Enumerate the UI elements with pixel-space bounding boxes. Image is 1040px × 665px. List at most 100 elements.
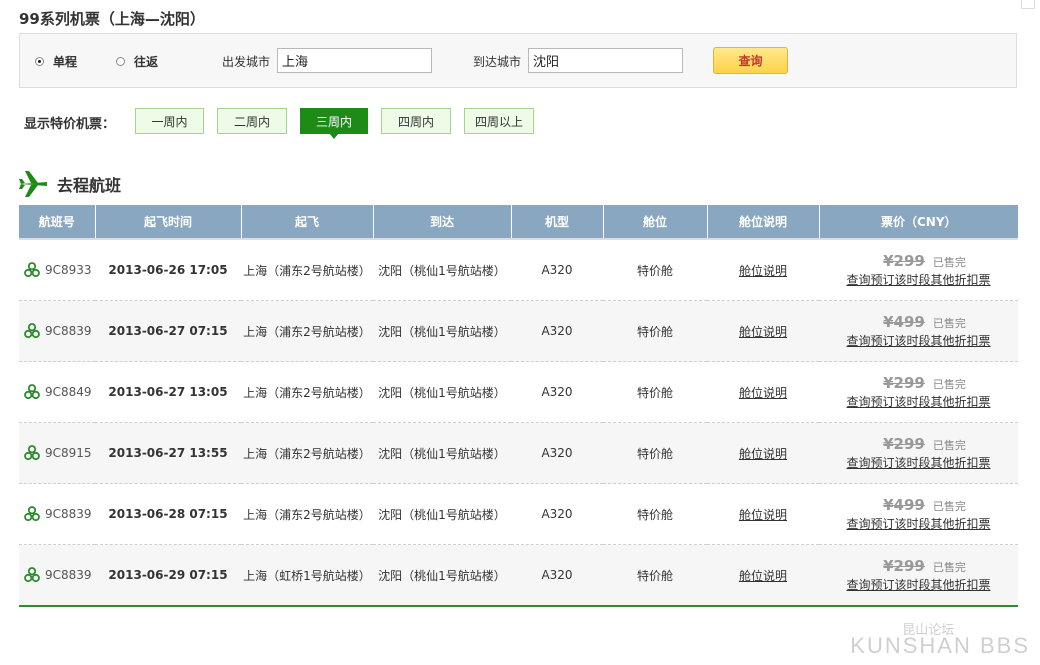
col-header-time: 起飞时间 xyxy=(95,205,242,239)
departure-time-cell: 2013-06-27 07:15 xyxy=(95,300,241,362)
top-corner-tab xyxy=(1021,0,1035,9)
cabin-info-link[interactable]: 舱位说明 xyxy=(739,325,787,339)
filter-three-weeks[interactable]: 三周内 xyxy=(300,108,368,139)
ticket-price: ¥299 xyxy=(883,557,925,575)
flight-number: 9C8933 xyxy=(45,263,92,277)
flight-number-cell: 9C8839 xyxy=(19,544,95,607)
aircraft-type: A320 xyxy=(511,238,603,301)
flights-table: 航班号 起飞时间 起飞 到达 机型 舱位 舱位说明 票价（CNY） 9C8933… xyxy=(19,205,1018,607)
cabin-class: 特价舱 xyxy=(603,361,707,423)
airplane-icon xyxy=(19,171,47,197)
col-header-depart: 起飞 xyxy=(241,205,374,239)
airline-logo-icon xyxy=(24,323,40,339)
cabin-class: 特价舱 xyxy=(603,422,707,484)
departure-time: 2013-06-27 13:55 xyxy=(108,446,228,460)
filter-two-weeks[interactable]: 二周内 xyxy=(217,108,287,134)
departure-time-cell: 2013-06-27 13:05 xyxy=(95,361,241,423)
other-discount-link[interactable]: 查询预订该时段其他折扣票 xyxy=(819,515,1018,532)
flight-row: 9C8839 2013-06-28 07:15 上海（浦东2号航站楼） 沈阳（桃仙1号… xyxy=(19,483,1018,545)
one-way-radio[interactable]: 单程 xyxy=(35,53,77,70)
other-discount-link[interactable]: 查询预订该时段其他折扣票 xyxy=(819,332,1018,349)
price-cell: ¥299 已售完查询预订该时段其他折扣票 xyxy=(819,544,1018,607)
departure-time-cell: 2013-06-29 07:15 xyxy=(95,544,241,607)
col-header-cabin: 舱位 xyxy=(603,205,708,239)
departure-time: 2013-06-27 07:15 xyxy=(108,324,228,338)
from-city-input[interactable] xyxy=(277,48,432,73)
flight-number-cell: 9C8839 xyxy=(19,300,95,362)
radio-unchecked-icon xyxy=(116,57,125,66)
to-city-input[interactable] xyxy=(528,48,683,73)
table-header-row: 航班号 起飞时间 起飞 到达 机型 舱位 舱位说明 票价（CNY） xyxy=(19,205,1018,239)
flight-row: 9C8933 2013-06-26 17:05 上海（浦东2号航站楼） 沈阳（桃仙1号… xyxy=(19,238,1018,301)
other-discount-link[interactable]: 查询预订该时段其他折扣票 xyxy=(819,271,1018,288)
to-city-label: 到达城市 xyxy=(473,55,522,69)
flight-number: 9C8839 xyxy=(45,568,92,582)
radio-checked-icon xyxy=(35,57,44,66)
price-cell: ¥299 已售完 查询预订该时段其他折扣票 xyxy=(819,238,1018,301)
departure-time: 2013-06-28 07:15 xyxy=(108,507,228,521)
sold-out-status: 已售完 xyxy=(932,500,966,513)
airline-logo-icon xyxy=(24,567,40,583)
flight-number-cell: 9C8839 xyxy=(19,483,95,545)
cabin-info-cell: 舱位说明 xyxy=(707,544,819,607)
ticket-price: ¥499 xyxy=(883,496,925,514)
departure-time: 2013-06-29 07:15 xyxy=(108,568,228,582)
ticket-price: ¥499 xyxy=(883,313,925,331)
cabin-class: 特价舱 xyxy=(603,544,707,607)
aircraft-type: A320 xyxy=(511,361,603,423)
other-discount-link[interactable]: 查询预订该时段其他折扣票 xyxy=(819,393,1018,410)
filter-four-weeks[interactable]: 四周内 xyxy=(381,108,451,134)
watermark-top: 昆山论坛 xyxy=(902,622,955,637)
query-button[interactable]: 查询 xyxy=(713,47,788,74)
departure-time-cell: 2013-06-27 13:55 xyxy=(95,422,241,484)
flight-number-cell: 9C8849 xyxy=(19,361,95,423)
cabin-info-cell: 舱位说明 xyxy=(707,422,819,484)
aircraft-type: A320 xyxy=(511,300,603,362)
cabin-info-link[interactable]: 舱位说明 xyxy=(739,508,787,522)
sold-out-status: 已售完 xyxy=(932,317,966,330)
cabin-class: 特价舱 xyxy=(603,300,707,362)
flight-number: 9C8849 xyxy=(45,385,92,399)
aircraft-type: A320 xyxy=(511,422,603,484)
round-trip-radio[interactable]: 往返 xyxy=(116,53,158,70)
price-cell: ¥299 已售完 查询预订该时段其他折扣票 xyxy=(819,361,1018,423)
cabin-info-link[interactable]: 舱位说明 xyxy=(739,447,787,461)
sold-out-status: 已售完 xyxy=(932,561,966,574)
departure-time-cell: 2013-06-28 07:15 xyxy=(95,483,241,545)
sold-out-status: 已售完 xyxy=(932,256,966,269)
col-header-price: 票价（CNY） xyxy=(819,205,1018,239)
arrive-airport: 沈阳（桃仙1号航站楼） xyxy=(373,238,511,301)
depart-airport: 上海（浦东2号航站楼） xyxy=(241,422,373,484)
cabin-info-cell: 舱位说明 xyxy=(707,300,819,362)
airline-logo-icon xyxy=(24,445,40,461)
filter-over-four-weeks[interactable]: 四周以上 xyxy=(464,108,534,134)
departure-time-cell: 2013-06-26 17:05 xyxy=(95,238,241,301)
other-discount-link[interactable]: 查询预订该时段其他折扣票 xyxy=(819,576,1018,593)
outbound-section-header: 去程航班 xyxy=(19,170,121,198)
ticket-price: ¥299 xyxy=(883,374,925,392)
col-header-arrive: 到达 xyxy=(373,205,512,239)
flight-number: 9C8915 xyxy=(45,446,92,460)
other-discount-link[interactable]: 查询预订该时段其他折扣票 xyxy=(819,454,1018,471)
round-trip-label: 往返 xyxy=(134,55,159,69)
cabin-class: 特价舱 xyxy=(603,238,707,301)
price-cell: ¥299 已售完查询预订该时段其他折扣票 xyxy=(819,422,1018,484)
depart-airport: 上海（浦东2号航站楼） xyxy=(241,238,373,301)
cabin-info-link[interactable]: 舱位说明 xyxy=(739,264,787,278)
arrive-airport: 沈阳（桃仙1号航站楼） xyxy=(373,300,511,362)
price-cell: ¥499 已售完查询预订该时段其他折扣票 xyxy=(819,483,1018,545)
section-title: 去程航班 xyxy=(57,176,122,195)
aircraft-type: A320 xyxy=(511,483,603,545)
page-title: 99系列机票（上海—沈阳） xyxy=(19,10,205,28)
cabin-info-link[interactable]: 舱位说明 xyxy=(739,569,787,583)
filter-one-week[interactable]: 一周内 xyxy=(135,108,204,134)
from-city-label: 出发城市 xyxy=(222,55,271,69)
sold-out-status: 已售完 xyxy=(932,439,966,452)
airline-logo-icon xyxy=(24,384,40,400)
cabin-info-link[interactable]: 舱位说明 xyxy=(739,386,787,400)
aircraft-type: A320 xyxy=(511,544,603,607)
flight-row: 9C8839 2013-06-27 07:15 上海（浦东2号航站楼） 沈阳（桃仙1号… xyxy=(19,300,1018,362)
search-panel: 单程 往返 出发城市 到达城市 查询 xyxy=(19,33,1017,88)
ticket-price: ¥299 xyxy=(883,435,925,453)
flight-row: 9C8839 2013-06-29 07:15 上海（虹桥1号航站楼） 沈阳（桃仙1号… xyxy=(19,544,1018,607)
